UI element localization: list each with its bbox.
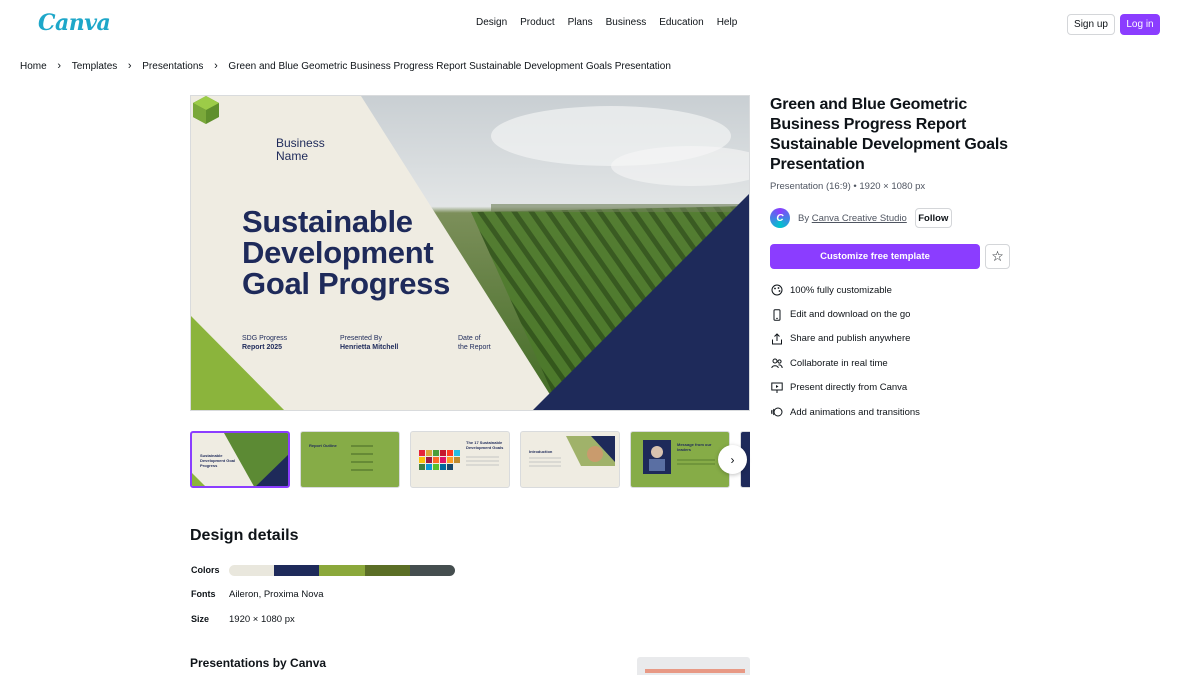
- color-swatch[interactable]: [364, 565, 410, 576]
- feature-item: Collaborate in real time: [770, 351, 920, 375]
- thumbnail-2[interactable]: Report Outline: [300, 431, 400, 488]
- follow-button[interactable]: Follow: [914, 208, 952, 228]
- chevron-right-icon: ›: [730, 452, 735, 467]
- nav-education[interactable]: Education: [659, 17, 703, 28]
- thumbnail-5[interactable]: Message from our leaders: [630, 431, 730, 488]
- nav-product[interactable]: Product: [520, 17, 554, 28]
- animation-icon: [770, 405, 784, 419]
- nav-help[interactable]: Help: [717, 17, 738, 28]
- thumbnail-label: Message from our leaders: [677, 442, 712, 452]
- template-subtitle: Presentation (16:9) • 1920 × 1080 px: [770, 181, 926, 192]
- feature-item: Edit and download on the go: [770, 302, 920, 326]
- thumbnails-next-button[interactable]: ›: [718, 445, 747, 474]
- nav-plans[interactable]: Plans: [568, 17, 593, 28]
- template-preview[interactable]: Business Name Sustainable Development Go…: [190, 95, 750, 411]
- chevron-right-icon: ›: [214, 60, 218, 72]
- thumbnail-3[interactable]: The 17 Sustainable Development Goals: [410, 431, 510, 488]
- thumbnail-label: The 17 Sustainable Development Goals: [466, 440, 504, 450]
- size-value: 1920 × 1080 px: [229, 614, 295, 625]
- feature-item: Present directly from Canva: [770, 376, 920, 400]
- slide-title: Sustainable Development Goal Progress: [242, 204, 451, 301]
- chevron-right-icon: ›: [57, 60, 62, 72]
- main-nav: Design Product Plans Business Education …: [476, 17, 750, 28]
- author-row: C By Canva Creative Studio Follow: [770, 208, 952, 228]
- present-icon: [770, 381, 784, 395]
- template-info-panel: Green and Blue Geometric Business Progre…: [770, 95, 1030, 418]
- chevron-right-icon: ›: [127, 60, 132, 72]
- feature-item: Share and publish anywhere: [770, 327, 920, 351]
- breadcrumb: Home › Templates › Presentations › Green…: [20, 60, 671, 72]
- slide-meta-report: SDG Progress Report 2025: [242, 335, 288, 351]
- author-byline: By Canva Creative Studio: [798, 213, 907, 224]
- breadcrumb-templates[interactable]: Templates: [72, 61, 118, 72]
- feature-item: Add animations and transitions: [770, 400, 920, 424]
- thumbnail-label: Introduction: [529, 449, 553, 454]
- design-details-title: Design details: [190, 527, 299, 544]
- size-label: Size: [191, 614, 210, 624]
- favorite-star-button[interactable]: ☆: [985, 244, 1010, 269]
- star-icon: ☆: [991, 248, 1004, 264]
- log-in-button[interactable]: Log in: [1120, 14, 1160, 35]
- slide-meta-presenter: Presented By Henrietta Mitchell: [340, 335, 399, 351]
- customize-template-button[interactable]: Customize free template: [770, 244, 980, 269]
- nav-design[interactable]: Design: [476, 17, 507, 28]
- color-swatch[interactable]: [274, 565, 320, 576]
- color-swatch[interactable]: [229, 565, 275, 576]
- more-presentations-title: Presentations by Canva: [190, 656, 327, 670]
- author-avatar[interactable]: C: [770, 208, 790, 228]
- thumbnail-strip: Sustainable Development Goal Progress Re…: [190, 431, 750, 488]
- color-palette: [229, 565, 455, 576]
- color-swatch[interactable]: [319, 565, 365, 576]
- share-icon: [770, 332, 784, 346]
- breadcrumb-home[interactable]: Home: [20, 61, 47, 72]
- top-header: Canva Design Product Plans Business Educ…: [0, 0, 1200, 48]
- business-name: Business Name: [276, 136, 325, 163]
- breadcrumb-current: Green and Blue Geometric Business Progre…: [228, 60, 671, 72]
- phone-icon: [770, 308, 784, 322]
- slide-meta-date: Date of the Report: [458, 335, 491, 351]
- breadcrumb-presentations[interactable]: Presentations: [142, 61, 203, 72]
- author-link[interactable]: Canva Creative Studio: [812, 213, 907, 224]
- thumbnail-1[interactable]: Sustainable Development Goal Progress: [190, 431, 290, 488]
- by-label: By: [798, 212, 810, 224]
- color-swatch[interactable]: [409, 565, 455, 576]
- template-title: Green and Blue Geometric Business Progre…: [770, 96, 1008, 173]
- green-triangle: [191, 316, 285, 410]
- thumbnail-4[interactable]: Introduction: [520, 431, 620, 488]
- feature-item: 100% fully customizable: [770, 278, 920, 302]
- canva-logo[interactable]: Canva: [38, 10, 111, 36]
- feature-list: 100% fully customizable Edit and downloa…: [770, 278, 920, 424]
- thumbnail-label: Sustainable Development Goal Progress: [200, 453, 236, 468]
- fonts-value: Aileron, Proxima Nova: [229, 589, 324, 600]
- palette-icon: [770, 283, 784, 297]
- more-presentation-thumbnail[interactable]: [637, 657, 750, 675]
- fonts-label: Fonts: [191, 589, 216, 599]
- sign-up-button[interactable]: Sign up: [1067, 14, 1115, 35]
- collaborate-icon: [770, 356, 784, 370]
- business-logo-icon: [193, 96, 219, 124]
- colors-label: Colors: [191, 565, 220, 575]
- nav-business[interactable]: Business: [606, 17, 647, 28]
